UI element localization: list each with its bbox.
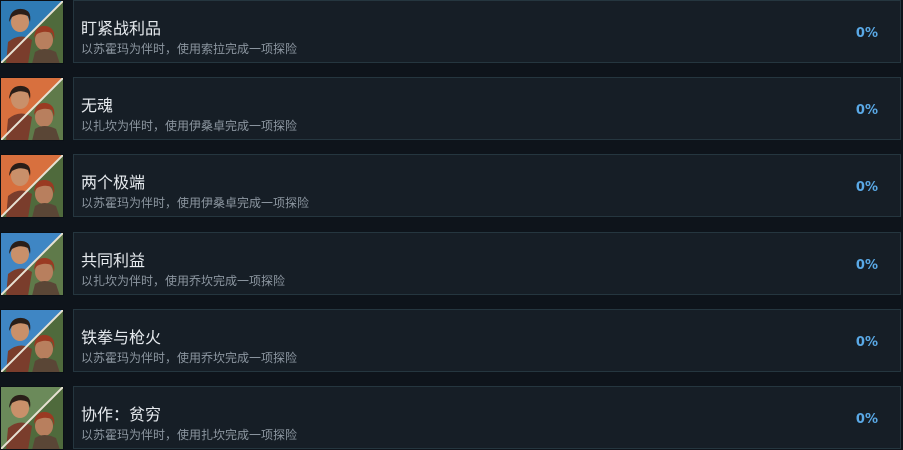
- achievement-title: 协作：贫穷: [81, 405, 162, 424]
- achievement-list: 盯紧战利品 以苏霍玛为伴时，使用索拉完成一项探险 0% 无魂 以扎坎为伴时，使用…: [0, 0, 903, 450]
- achievement-card: 无魂 以扎坎为伴时，使用伊桑卓完成一项探险 0%: [73, 77, 901, 140]
- achievement-description: 以扎坎为伴时，使用伊桑卓完成一项探险: [81, 119, 298, 133]
- achievement-row[interactable]: 协作：贫穷 以苏霍玛为伴时，使用扎坎完成一项探险 0%: [0, 386, 903, 450]
- achievement-description: 以苏霍玛为伴时，使用扎坎完成一项探险: [81, 428, 298, 442]
- achievement-progress: 0%: [855, 103, 878, 118]
- achievement-progress: 0%: [855, 258, 878, 273]
- achievement-row[interactable]: 盯紧战利品 以苏霍玛为伴时，使用索拉完成一项探险 0%: [0, 0, 903, 65]
- achievement-card: 盯紧战利品 以苏霍玛为伴时，使用索拉完成一项探险 0%: [73, 0, 901, 63]
- character-pair-portrait-icon: [0, 232, 64, 296]
- achievement-description: 以苏霍玛为伴时，使用索拉完成一项探险: [81, 42, 298, 56]
- achievement-description: 以扎坎为伴时，使用乔坎完成一项探险: [81, 274, 286, 288]
- achievement-progress: 0%: [855, 180, 878, 195]
- achievement-title: 铁拳与枪火: [81, 328, 162, 347]
- character-pair-portrait-icon: [0, 386, 64, 450]
- achievement-row[interactable]: 铁拳与枪火 以苏霍玛为伴时，使用乔坎完成一项探险 0%: [0, 309, 903, 374]
- achievement-progress: 0%: [855, 335, 878, 350]
- achievement-title: 共同利益: [81, 251, 146, 270]
- achievement-row[interactable]: 无魂 以扎坎为伴时，使用伊桑卓完成一项探险 0%: [0, 77, 903, 142]
- achievement-card: 两个极端 以苏霍玛为伴时，使用伊桑卓完成一项探险 0%: [73, 154, 901, 217]
- achievement-row[interactable]: 两个极端 以苏霍玛为伴时，使用伊桑卓完成一项探险 0%: [0, 154, 903, 219]
- achievement-title: 盯紧战利品: [81, 19, 162, 38]
- achievement-card: 铁拳与枪火 以苏霍玛为伴时，使用乔坎完成一项探险 0%: [73, 309, 901, 372]
- achievement-progress: 0%: [855, 412, 878, 427]
- achievement-card: 协作：贫穷 以苏霍玛为伴时，使用扎坎完成一项探险 0%: [73, 386, 901, 449]
- character-pair-portrait-icon: [0, 77, 64, 141]
- achievement-row[interactable]: 共同利益 以扎坎为伴时，使用乔坎完成一项探险 0%: [0, 232, 903, 297]
- achievement-progress: 0%: [855, 26, 878, 41]
- achievement-title: 两个极端: [81, 173, 146, 192]
- character-pair-portrait-icon: [0, 0, 64, 64]
- achievement-card: 共同利益 以扎坎为伴时，使用乔坎完成一项探险 0%: [73, 232, 901, 295]
- achievement-description: 以苏霍玛为伴时，使用伊桑卓完成一项探险: [81, 196, 310, 210]
- achievement-title: 无魂: [81, 96, 114, 115]
- achievement-description: 以苏霍玛为伴时，使用乔坎完成一项探险: [81, 351, 298, 365]
- character-pair-portrait-icon: [0, 154, 64, 218]
- character-pair-portrait-icon: [0, 309, 64, 373]
